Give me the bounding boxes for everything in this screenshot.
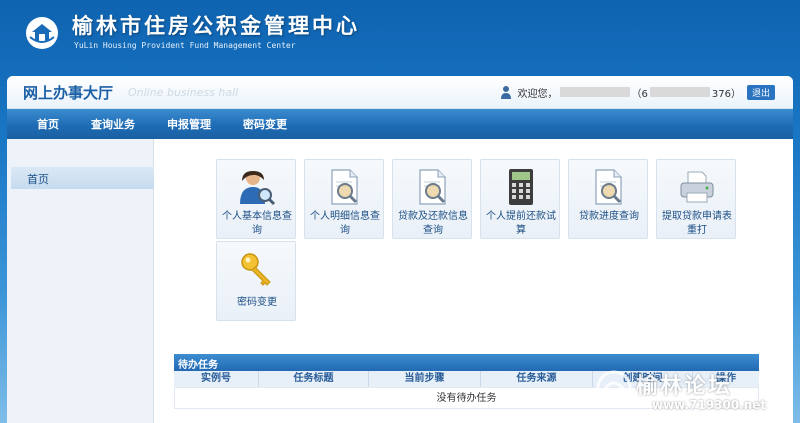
nav-item-query[interactable]: 查询业务: [91, 116, 135, 132]
masked-username: [559, 87, 630, 97]
provident-fund-logo-icon: [26, 17, 58, 49]
account-prefix: （6: [631, 88, 648, 100]
tile-label: 贷款进度查询: [579, 211, 639, 222]
tile-personal-detail-info[interactable]: 个人明细信息查询: [304, 159, 384, 239]
nav-item-declare[interactable]: 申报管理: [167, 116, 211, 132]
printer-icon: [680, 171, 714, 203]
document-search-icon: [419, 169, 446, 205]
tile-label: 密码变更: [237, 297, 277, 308]
tile-prepayment-calc[interactable]: 个人提前还款试算: [480, 159, 560, 239]
nav-item-password[interactable]: 密码变更: [243, 116, 287, 132]
user-area: 欢迎您， （6 376） 退出: [500, 83, 775, 101]
tile-reprint-application[interactable]: 提取贷款申请表重打: [656, 159, 736, 239]
welcome-text: 欢迎您，: [517, 88, 558, 100]
masked-account: [649, 87, 710, 97]
col-instance-no: 实例号: [174, 371, 259, 387]
tile-personal-basic-info[interactable]: 个人基本信息查询: [216, 159, 296, 239]
watermark-url: www.719300.net: [652, 398, 767, 412]
user-icon: [500, 86, 511, 99]
watermark-text: 榆林论坛: [636, 374, 733, 399]
tile-label: 个人提前还款试算: [486, 211, 556, 236]
document-search-icon: [331, 169, 358, 205]
hall-english-title: Online business hall: [128, 86, 239, 99]
site-title: 榆林市住房公积金管理中心: [72, 13, 360, 38]
tile-label: 贷款及还款信息查询: [398, 211, 468, 236]
watermark-logo-icon: [596, 370, 632, 406]
account-suffix: 376）: [711, 88, 741, 100]
tile-label: 提取贷款申请表重打: [662, 211, 732, 236]
nav-item-home[interactable]: 首页: [37, 116, 59, 132]
main-nav: 首页 查询业务 申报管理 密码变更: [7, 109, 793, 139]
tile-password-change[interactable]: 密码变更: [216, 241, 296, 321]
tile-loan-repay-info[interactable]: 贷款及还款信息查询: [392, 159, 472, 239]
site-subtitle: YuLin Housing Provident Fund Management …: [74, 41, 296, 50]
document-search-icon: [595, 169, 622, 205]
calculator-icon: [509, 169, 533, 205]
hall-header: 网上办事大厅 Online business hall 欢迎您， （6 376）…: [7, 76, 793, 109]
sidebar: 首页: [7, 139, 154, 423]
col-task-source: 任务来源: [481, 371, 593, 387]
logout-button[interactable]: 退出: [746, 84, 775, 100]
key-icon: [241, 253, 271, 286]
col-current-step: 当前步骤: [369, 371, 481, 387]
sidebar-item-home[interactable]: 首页: [11, 167, 154, 189]
forum-watermark: 榆林论坛 www.719300.net: [592, 366, 792, 416]
person-search-icon: [240, 171, 276, 206]
tile-loan-progress[interactable]: 贷款进度查询: [568, 159, 648, 239]
tile-label: 个人明细信息查询: [310, 211, 380, 236]
top-banner: 榆林市住房公积金管理中心 YuLin Housing Provident Fun…: [0, 0, 800, 75]
col-task-title: 任务标题: [259, 371, 369, 387]
hall-title: 网上办事大厅: [23, 84, 114, 102]
tile-label: 个人基本信息查询: [222, 211, 292, 236]
